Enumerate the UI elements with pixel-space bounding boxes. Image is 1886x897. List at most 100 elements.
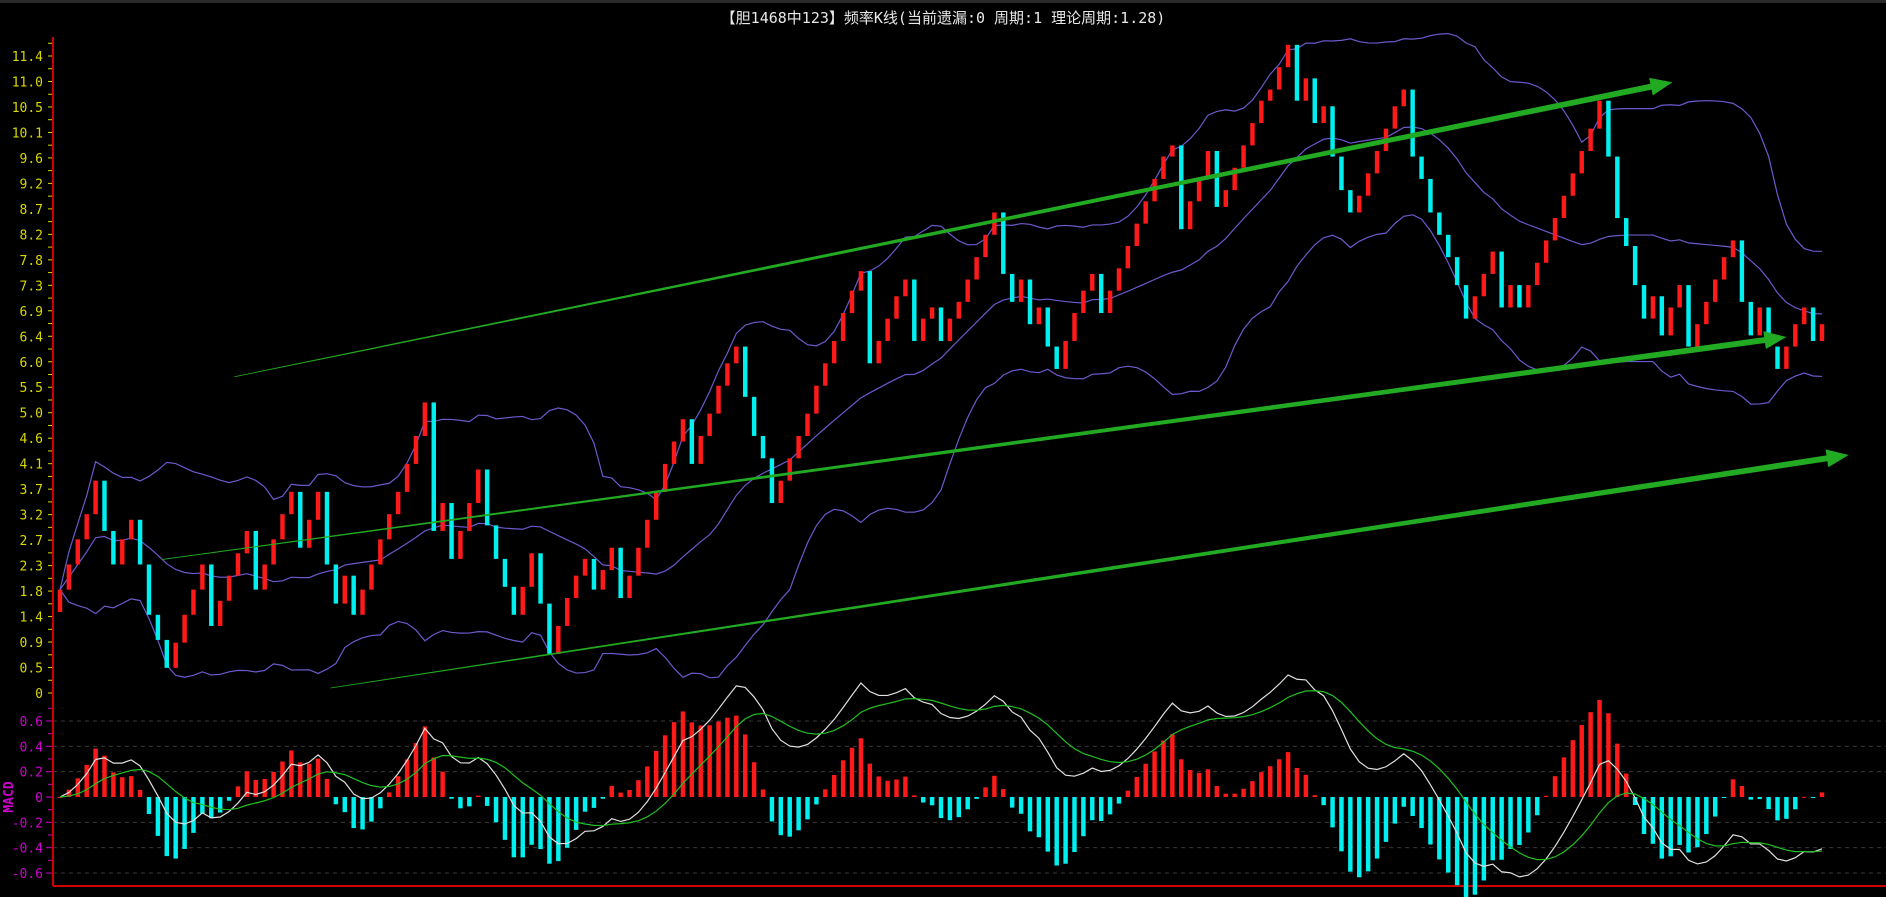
macd-bar-positive (1223, 793, 1228, 797)
candle-up (306, 519, 312, 548)
candle-up (787, 458, 792, 481)
macd-bar-negative (1677, 797, 1682, 845)
candle-up (1392, 106, 1398, 129)
macd-bar-positive (1232, 793, 1237, 797)
candle-up (1481, 273, 1487, 297)
macd-bar-positive (1294, 767, 1300, 797)
candle-down (1214, 150, 1220, 207)
candle-down (760, 435, 766, 459)
macd-bar-negative (547, 797, 552, 864)
candle-up (1072, 313, 1077, 341)
candle-up (831, 340, 837, 364)
candle-up (920, 318, 926, 341)
candle-down (547, 603, 552, 654)
candle-down (1463, 285, 1469, 319)
macd-bar-negative (1793, 797, 1798, 810)
macd-bar-positive (876, 776, 881, 797)
candle-up (796, 435, 801, 459)
candle-up (1365, 173, 1371, 196)
candle-down (1623, 218, 1629, 246)
candle-up (1259, 100, 1264, 124)
price-tick-label: 0.9 (20, 636, 43, 651)
macd-bar-positive (823, 789, 828, 797)
candle-up (235, 553, 241, 576)
candle-up (289, 491, 294, 515)
macd-bar-negative (1446, 797, 1451, 873)
macd-bar-negative (974, 797, 979, 799)
candle-down (1659, 296, 1665, 336)
candle-up (876, 340, 881, 364)
price-tick-label: 1.4 (20, 611, 44, 626)
macd-bar-positive (983, 787, 988, 797)
macd-bar-positive (1276, 759, 1282, 797)
macd-bar-negative (1090, 797, 1095, 821)
macd-bar-positive (324, 778, 330, 797)
candle-up (1712, 279, 1718, 302)
candle-down (618, 547, 623, 599)
candle-up (1081, 290, 1086, 314)
macd-bar-negative (556, 797, 561, 862)
candle-up (413, 435, 419, 464)
macd-bar-negative (1383, 797, 1389, 842)
macd-bar-negative (1107, 797, 1113, 815)
candle-up (1543, 240, 1549, 263)
macd-bar-negative (1508, 797, 1513, 849)
macd-tick-label: 0.6 (20, 715, 43, 730)
candle-down (449, 503, 454, 559)
macd-bar-negative (1428, 797, 1433, 845)
price-tick-label: 3.7 (20, 483, 43, 498)
candle-up (120, 539, 125, 565)
macd-bar-negative (769, 797, 775, 822)
macd-bar-positive (120, 777, 125, 797)
macd-bar-positive (1161, 740, 1166, 797)
candle-down (1098, 273, 1104, 314)
macd-bar-negative (467, 797, 472, 807)
macd-bar-positive (1552, 776, 1558, 797)
macd-bar-positive (1285, 752, 1291, 797)
candle-up (422, 402, 428, 436)
macd-bar-negative (1712, 797, 1718, 817)
candle-up (636, 547, 641, 576)
candle-up (716, 385, 721, 414)
candle-up (1303, 78, 1309, 101)
candle-down (1446, 234, 1451, 258)
candle-down (1686, 285, 1691, 347)
candle-down (938, 307, 944, 341)
macd-bar-positive (1597, 699, 1602, 797)
candle-down (351, 575, 356, 615)
candle-down (1517, 285, 1522, 308)
macd-bar-positive (707, 725, 712, 797)
macd-dif-line (59, 674, 1823, 878)
macd-bar-positive (716, 721, 721, 797)
macd-bar-positive (1579, 725, 1584, 797)
candle-down (1339, 156, 1344, 191)
candle-up (182, 614, 187, 643)
macd-bar-negative (1045, 797, 1051, 852)
macd-tick-label: 0 (35, 791, 43, 806)
candle-down (324, 491, 330, 565)
price-tick-label: 5.0 (20, 407, 43, 422)
candle-up (1374, 150, 1380, 174)
trendline-arrow (234, 77, 1673, 378)
macd-bar-positive (742, 734, 748, 797)
macd-bar-negative (1499, 797, 1504, 860)
macd-bar-negative (1081, 797, 1086, 837)
candle-up (556, 625, 561, 654)
macd-bar-negative (484, 797, 490, 806)
macd-bar-negative (1018, 797, 1024, 814)
price-tick-label: 5.5 (20, 381, 43, 396)
macd-bar-negative (1775, 797, 1780, 821)
macd-bar-negative (1410, 797, 1415, 816)
candle-up (814, 385, 819, 414)
macd-tick-label: -0.4 (12, 842, 43, 857)
candle-up (395, 491, 401, 515)
candle-down (1641, 285, 1647, 319)
macd-bar-negative (600, 797, 606, 799)
candle-down (1045, 307, 1051, 347)
macd-bar-negative (929, 797, 935, 806)
macd-bar-positive (137, 789, 143, 797)
candle-up (360, 589, 365, 615)
macd-bar-negative (520, 797, 525, 858)
macd-bar-positive (1570, 740, 1576, 797)
candle-up (66, 564, 72, 590)
